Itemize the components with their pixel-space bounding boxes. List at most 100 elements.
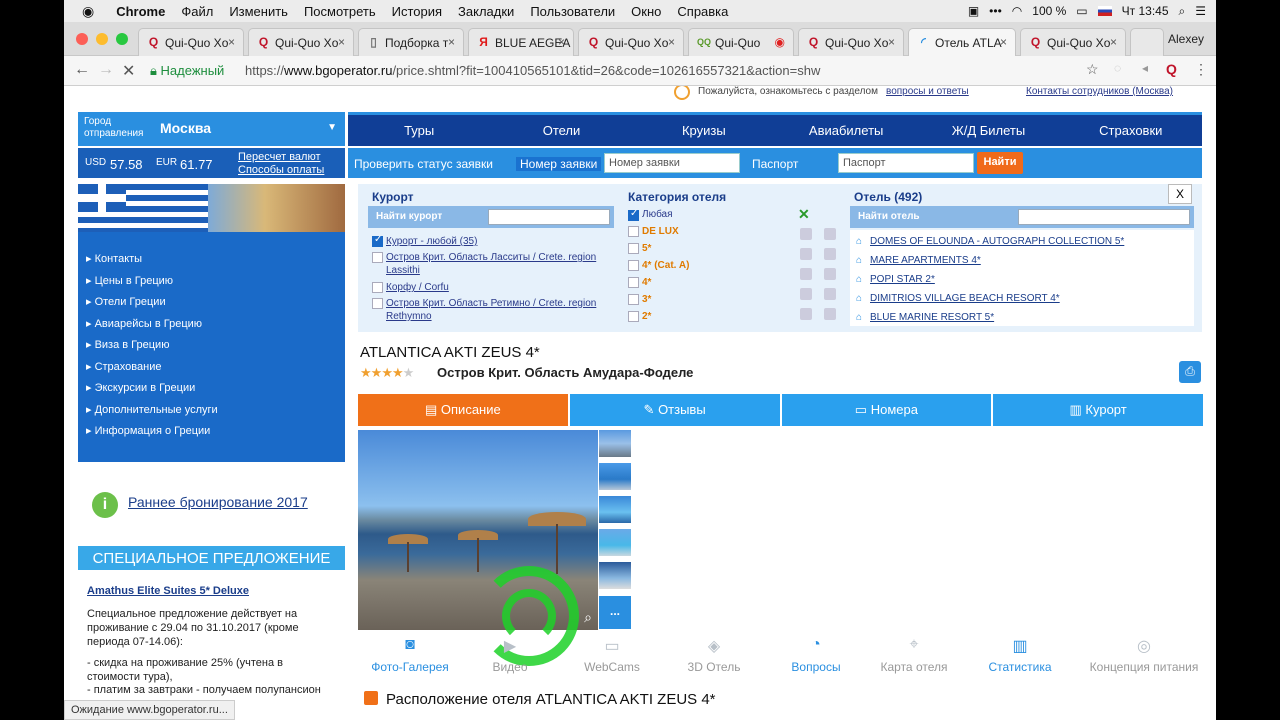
tab-rooms[interactable]: ▭ Номера [781, 394, 992, 426]
category-checkbox[interactable] [628, 243, 639, 254]
feature-hotel-map[interactable]: ⌖ Карта отеля [864, 636, 964, 674]
menu-list-icon[interactable]: ☰ [1195, 4, 1206, 18]
hotel-list-item[interactable]: DIMITRIOS VILLAGE BEACH RESORT 4* [870, 293, 1060, 304]
gallery-thumbnail[interactable] [599, 430, 631, 457]
close-tab-icon[interactable]: × [558, 35, 565, 49]
family-icon[interactable] [824, 288, 836, 300]
recording-icon[interactable]: ◉ [775, 35, 785, 49]
gallery-thumbnail[interactable] [599, 529, 631, 556]
gallery-thumbnail[interactable] [599, 463, 631, 490]
hotel-list-item[interactable]: DOMES OF ELOUNDA - AUTOGRAPH COLLECTION … [870, 236, 1124, 247]
resort-option[interactable]: Корфу / Corfu [386, 281, 449, 294]
amenity-icon[interactable] [800, 248, 812, 260]
battery-label[interactable]: 100 % [1032, 4, 1066, 18]
browser-tab[interactable]: QQ Qui-Quo ◉ [688, 28, 794, 56]
category-checkbox[interactable] [628, 226, 639, 237]
clear-filter-icon[interactable]: ✕ [798, 206, 810, 223]
amenity-icon[interactable] [824, 268, 836, 280]
browser-tab[interactable]: ▯ Подборка т × [358, 28, 464, 56]
nav-trains[interactable]: Ж/Д Билеты [917, 115, 1059, 146]
sidebar-item-hotels[interactable]: ▸ Отели Греции [86, 295, 166, 308]
browser-tab[interactable]: Q Qui-Quo Xo × [138, 28, 244, 56]
menu-file[interactable]: Файл [173, 4, 221, 19]
category-checkbox[interactable] [628, 311, 639, 322]
nav-insurance[interactable]: Страховки [1060, 115, 1202, 146]
feature-webcams[interactable]: ▭ WebCams [562, 636, 662, 674]
menu-people[interactable]: Пользователи [522, 4, 623, 19]
profile-name[interactable]: Alexey [1168, 32, 1204, 46]
hotel-list-item[interactable]: POPI STAR 2* [870, 274, 935, 285]
resort-option[interactable]: Остров Крит. Область Ласситы / Crete. re… [386, 251, 610, 277]
search-icon[interactable]: ⌕ [1179, 4, 1186, 19]
nav-hotels[interactable]: Отели [490, 115, 632, 146]
app-menu[interactable]: Chrome [108, 4, 173, 19]
feature-food-concept[interactable]: ◎ Концепция питания [1088, 636, 1200, 674]
browser-tab[interactable]: Я BLUE AEGEA × [468, 28, 574, 56]
sidebar-item-flights[interactable]: ▸ Авиарейсы в Грецию [86, 317, 202, 330]
secure-indicator[interactable]: 🔒︎ Надежный [150, 63, 224, 79]
category-any-checkbox[interactable] [628, 208, 639, 221]
nav-flights[interactable]: Авиабилеты [775, 115, 917, 146]
more-icon[interactable]: ••• [989, 4, 1002, 18]
tab-reviews[interactable]: ✎ Отзывы [569, 394, 780, 426]
early-booking-promo[interactable]: i Раннее бронирование 2017 [78, 486, 345, 530]
apple-icon[interactable]: ◉ [64, 3, 108, 20]
menu-bookmarks[interactable]: Закладки [450, 4, 522, 19]
special-offer-link[interactable]: Amathus Elite Suites 5* Deluxe [87, 585, 249, 597]
feature-questions[interactable]: ◔ Вопросы [766, 636, 866, 674]
clock[interactable]: Чт 13:45 [1122, 4, 1169, 18]
close-tab-icon[interactable]: × [1000, 35, 1007, 49]
close-tab-icon[interactable]: × [228, 35, 235, 49]
sidebar-item-insurance[interactable]: ▸ Страхование [86, 360, 161, 373]
zoom-window-button[interactable] [116, 33, 128, 45]
gallery-thumbnail[interactable] [599, 496, 631, 523]
close-tab-icon[interactable]: × [668, 35, 675, 49]
resort-any-checkbox[interactable] [372, 234, 383, 247]
amenity-icon[interactable] [800, 308, 812, 320]
wifi-icon[interactable]: ◠ [1012, 4, 1022, 18]
nav-tours[interactable]: Туры [348, 115, 490, 146]
passport-input[interactable]: Паспорт [838, 153, 974, 173]
sidebar-item-prices[interactable]: ▸ Цены в Грецию [86, 274, 173, 287]
resort-checkbox[interactable] [372, 252, 383, 263]
close-tab-icon[interactable]: × [338, 35, 345, 49]
extension-icon[interactable]: ◌ [1114, 61, 1121, 75]
close-tab-icon[interactable]: × [448, 35, 455, 49]
resort-option[interactable]: Остров Крит. Область Ретимно / Crete. re… [386, 297, 610, 323]
quiquo-extension-icon[interactable]: Q [1166, 61, 1177, 77]
new-tab-button[interactable] [1130, 28, 1164, 56]
sidebar-item-visa[interactable]: ▸ Виза в Грецию [86, 338, 169, 351]
close-filters-button[interactable]: X [1168, 184, 1192, 204]
more-photos-button[interactable]: ... [599, 596, 631, 629]
nav-cruises[interactable]: Круизы [633, 115, 775, 146]
amenity-icon[interactable] [824, 248, 836, 260]
resort-checkbox[interactable] [372, 282, 383, 293]
menu-history[interactable]: История [384, 4, 450, 19]
payment-methods-link[interactable]: Способы оплаты [238, 164, 324, 176]
bookmark-star-icon[interactable]: ☆ [1086, 61, 1099, 78]
amenity-icon[interactable] [800, 228, 812, 240]
find-button[interactable]: Найти [977, 152, 1023, 174]
display-icon[interactable]: ▣ [968, 4, 979, 18]
resort-search-input[interactable] [488, 209, 610, 225]
address-bar[interactable]: https://www.bgoperator.ru/price.shtml?fi… [245, 63, 820, 78]
hotel-list-item[interactable]: MARE APARTMENTS 4* [870, 255, 981, 266]
sidebar-item-services[interactable]: ▸ Дополнительные услуги [86, 403, 218, 416]
menu-view[interactable]: Посмотреть [296, 4, 384, 19]
resort-checkbox[interactable] [372, 298, 383, 309]
order-number-input[interactable]: Номер заявки [604, 153, 740, 173]
feature-3d-hotel[interactable]: ◈ 3D Отель [664, 636, 764, 674]
tab-description[interactable]: ▤ Описание [358, 394, 568, 426]
chrome-menu-icon[interactable]: ⋮ [1194, 61, 1208, 78]
category-checkbox[interactable] [628, 260, 639, 271]
sidebar-item-excursions[interactable]: ▸ Экскурсии в Греции [86, 381, 195, 394]
feature-photo-gallery[interactable]: ◙ Фото-Галерея [360, 636, 460, 674]
resort-option[interactable]: Курорт - любой (35) [386, 235, 477, 248]
age-icon[interactable] [800, 288, 812, 300]
heart-icon[interactable] [824, 308, 836, 320]
close-tab-icon[interactable]: × [1110, 35, 1117, 49]
category-checkbox[interactable] [628, 277, 639, 288]
feature-video[interactable]: ▶ Видео [460, 636, 560, 674]
faq-link[interactable]: вопросы и ответы [886, 86, 969, 97]
early-booking-link[interactable]: Раннее бронирование 2017 [128, 494, 308, 510]
